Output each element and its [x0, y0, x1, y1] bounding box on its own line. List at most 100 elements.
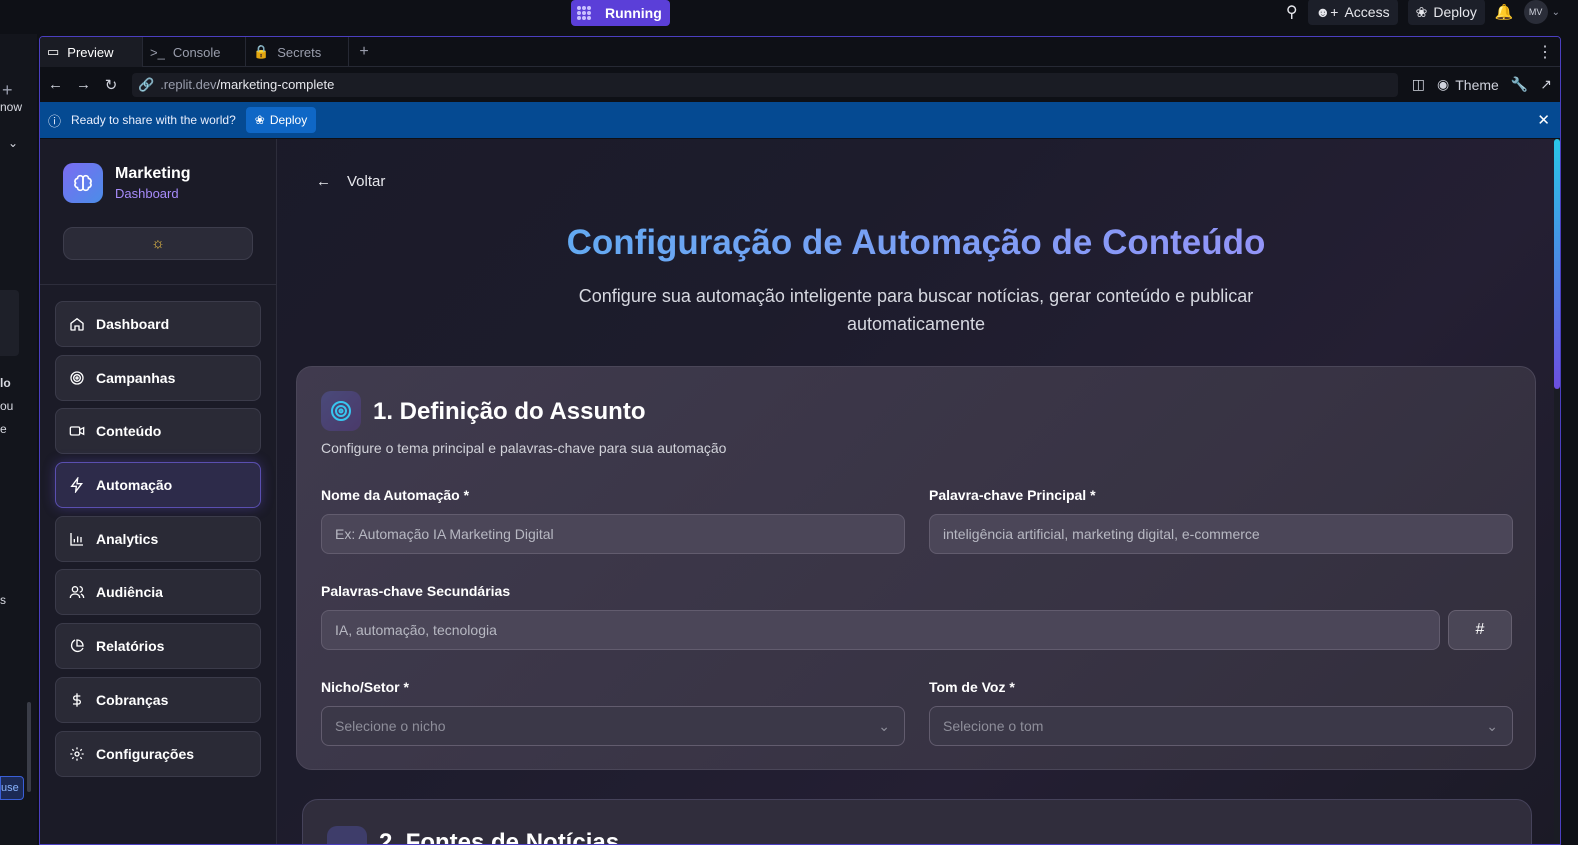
reload-icon[interactable]: ↻	[104, 76, 118, 94]
terminal-icon: >_	[150, 44, 165, 60]
external-link-icon[interactable]: ↗	[1540, 76, 1552, 93]
tab-preview[interactable]: ▭ Preview	[40, 37, 143, 67]
url-field[interactable]: 🔗 .replit.dev/marketing-complete	[132, 72, 1398, 97]
forward-arrow-icon[interactable]: →	[76, 76, 91, 93]
sidebar-item-label: Relatórios	[96, 638, 165, 655]
tab-label: Secrets	[277, 44, 322, 60]
globe-icon	[327, 826, 367, 844]
sidebar-item-audiencia[interactable]: Audiência	[55, 569, 261, 616]
back-arrow-icon[interactable]: ←	[48, 76, 63, 93]
sidebar: Marketing Dashboard ☼ Dashboard Campanha…	[40, 139, 277, 844]
app-content: Marketing Dashboard ☼ Dashboard Campanha…	[40, 139, 1560, 845]
sidebar-item-label: Campanhas	[96, 369, 176, 386]
access-button[interactable]: ☻+ Access	[1307, 0, 1398, 25]
more-menu-icon[interactable]: ⋮	[1530, 37, 1560, 66]
scrollbar-thumb[interactable]	[1554, 139, 1560, 389]
home-icon	[70, 317, 84, 331]
back-button[interactable]: ← Voltar	[316, 173, 385, 190]
search-icon[interactable]: ⚲	[1286, 2, 1298, 22]
url-host: .replit.dev	[160, 77, 217, 92]
sidebar-item-label: Automação	[96, 477, 173, 494]
bar-chart-icon	[70, 532, 83, 546]
banner-deploy-button[interactable]: ❀ Deploy	[245, 107, 317, 133]
back-arrow-icon: ←	[316, 173, 331, 190]
niche-select[interactable]: Selecione o nicho ⌄	[321, 706, 905, 746]
add-tab-button[interactable]: +	[349, 37, 379, 66]
niche-label: Nicho/Setor *	[321, 679, 409, 695]
close-icon[interactable]: ✕	[1537, 111, 1550, 129]
main-keyword-input[interactable]: inteligência artificial, marketing digit…	[929, 514, 1513, 554]
add-user-icon: ☻+	[1315, 4, 1339, 20]
sidebar-item-automacao[interactable]: Automação	[55, 462, 261, 509]
sidebar-menu: Dashboard Campanhas Conteúdo Automação A…	[55, 301, 261, 784]
palette-icon: ◉	[1437, 76, 1450, 92]
sidebar-item-cobrancas[interactable]: Cobranças	[55, 676, 261, 723]
link-icon: 🔗	[138, 76, 155, 92]
section-subtitle: Configure o tema principal e palavras-ch…	[321, 440, 727, 456]
tone-select[interactable]: Selecione o tom ⌄	[929, 706, 1513, 746]
deploy-banner: ⓘ Ready to share with the world? ❀ Deplo…	[40, 102, 1560, 138]
sidebar-item-analytics[interactable]: Analytics	[55, 515, 261, 562]
wrench-icon[interactable]: 🔧	[1511, 76, 1528, 93]
tab-label: Preview	[67, 44, 114, 60]
panel-fragment: now	[0, 100, 23, 114]
tone-label: Tom de Voz *	[929, 679, 1015, 695]
monitor-icon: ▭	[47, 44, 60, 59]
sidebar-item-dashboard[interactable]: Dashboard	[55, 301, 261, 347]
chevron-down-icon: ⌄	[1551, 6, 1560, 18]
sidebar-item-campanhas[interactable]: Campanhas	[55, 354, 261, 401]
deploy-button[interactable]: ❀ Deploy	[1407, 0, 1485, 25]
sidebar-item-label: Cobranças	[96, 691, 169, 708]
chevron-down-icon: ⌄	[878, 717, 890, 734]
sidebar-item-label: Audiência	[96, 584, 163, 601]
secondary-keywords-input[interactable]: IA, automação, tecnologia	[321, 610, 1440, 650]
left-panel: + now ⌄ lo ou e s use	[0, 34, 37, 845]
tone-placeholder: Selecione o tom	[943, 718, 1044, 734]
target-icon	[70, 371, 84, 385]
run-icon[interactable]	[571, 0, 597, 26]
divider	[40, 284, 277, 285]
tab-secrets[interactable]: 🔒 Secrets	[246, 37, 349, 67]
sidebar-item-relatorios[interactable]: Relatórios	[55, 623, 261, 670]
bell-icon[interactable]: 🔔	[1495, 3, 1514, 21]
top-bar: Running ⚲ ☻+ Access ❀ Deploy 🔔 MV ⌄	[0, 0, 1578, 26]
sidebar-item-conteudo[interactable]: Conteúdo	[55, 408, 261, 455]
panel-fragment: s	[0, 593, 6, 607]
plus-icon[interactable]: +	[2, 80, 13, 101]
user-menu[interactable]: MV ⌄	[1523, 0, 1560, 24]
brand: Marketing Dashboard	[63, 163, 191, 203]
brand-subtitle: Dashboard	[115, 186, 179, 201]
theme-toggle-button[interactable]: ☼	[63, 227, 253, 260]
pie-chart-icon	[70, 639, 84, 653]
sidebar-item-label: Analytics	[96, 530, 159, 547]
panel-scrollbar[interactable]	[27, 702, 31, 792]
brain-icon	[63, 163, 103, 203]
page-title: Configuração de Automação de Conteúdo	[278, 223, 1554, 263]
sidebar-item-configuracoes[interactable]: Configurações	[55, 730, 261, 777]
automation-name-input[interactable]: Ex: Automação IA Marketing Digital	[321, 514, 905, 554]
section-title: 2. Fontes de Notícias	[379, 829, 620, 845]
gear-icon	[70, 746, 84, 761]
devices-icon[interactable]: ◫	[1412, 76, 1425, 93]
section-subject-card: 1. Definição do Assunto Configure o tema…	[296, 366, 1536, 770]
preview-pane: ▭ Preview >_ Console 🔒 Secrets + ⋮ ← → ↻…	[39, 36, 1561, 845]
lightning-icon	[70, 477, 83, 494]
use-button[interactable]: use	[0, 776, 24, 800]
banner-deploy-label: Deploy	[269, 113, 308, 127]
main-content: ← Voltar Configuração de Automação de Co…	[278, 139, 1560, 845]
running-status[interactable]: Running	[597, 0, 670, 26]
chevron-down-icon[interactable]: ⌄	[8, 136, 18, 150]
info-icon: ⓘ	[48, 113, 62, 129]
url-path: /marketing-complete	[216, 77, 335, 92]
panel-box	[0, 290, 19, 356]
main-keyword-label: Palavra-chave Principal *	[929, 487, 1096, 503]
preview-scrollbar[interactable]	[1554, 139, 1560, 844]
page-subtitle: Configure sua automação inteligente para…	[578, 286, 1254, 334]
deploy-icon: ❀	[254, 113, 265, 127]
address-bar: ← → ↻ 🔗 .replit.dev/marketing-complete ◫…	[40, 67, 1560, 102]
panel-fragment: ou	[0, 399, 14, 413]
tab-console[interactable]: >_ Console	[143, 37, 246, 67]
grid-icon	[577, 6, 591, 20]
theme-button[interactable]: ◉ Theme	[1437, 76, 1499, 93]
hashtag-button[interactable]: #	[1448, 610, 1512, 650]
